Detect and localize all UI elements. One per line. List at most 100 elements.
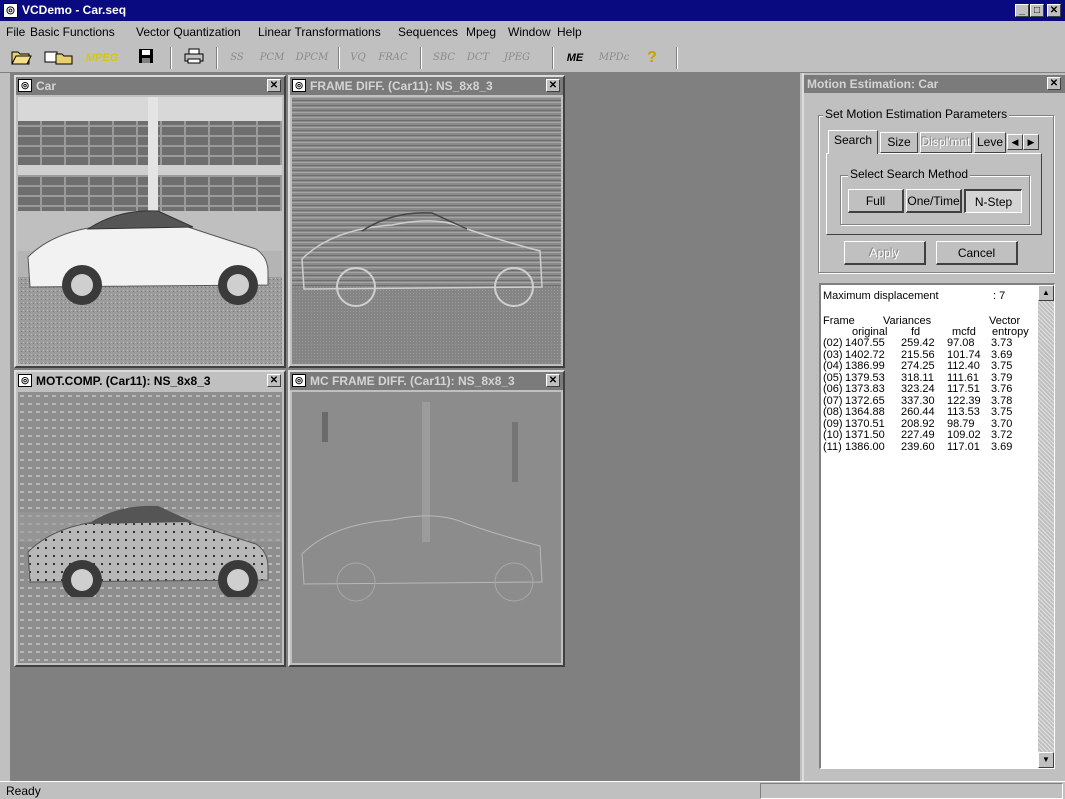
tool-dpcm[interactable]: DPCM — [292, 48, 332, 68]
menu-window[interactable]: Window — [508, 25, 551, 39]
tab-scroll-right-icon[interactable]: ▶ — [1023, 134, 1039, 150]
menu-file[interactable]: File — [6, 25, 25, 39]
results-scrollbar[interactable]: ▲ ▼ — [1038, 285, 1054, 768]
close-icon[interactable]: ✕ — [267, 79, 281, 92]
method-full-button[interactable]: Full — [848, 189, 904, 213]
tool-pcm[interactable]: PCM — [256, 48, 288, 68]
mdi-workspace: ◎ Car ✕ ◎ FRAME DIFF. (Car11): NS_8x8_3 … — [10, 73, 800, 781]
method-one-time-button[interactable]: One/Time — [906, 189, 962, 213]
max-displacement-value: : 7 — [993, 290, 1006, 302]
menu-vector-quantization[interactable]: Vector Quantization — [136, 25, 241, 39]
car-window[interactable]: ◎ Car ✕ — [14, 75, 286, 368]
print-icon[interactable] — [182, 48, 206, 68]
window-icon: ◎ — [292, 374, 306, 387]
results-cell-original: 1372.65 — [845, 394, 885, 407]
tool-dct[interactable]: DCT — [462, 48, 494, 68]
menu-help[interactable]: Help — [557, 25, 582, 39]
window-icon: ◎ — [292, 79, 306, 92]
window-title: VCDemo - Car.seq — [22, 3, 127, 17]
results-cell-frame: (07) — [823, 394, 843, 407]
results-output[interactable]: Maximum displacement : 7 Frame Variances… — [819, 283, 1055, 769]
results-cell-entropy: 3.69 — [991, 348, 1013, 361]
header-frame: Frame — [823, 315, 855, 327]
frame-diff-window-caption[interactable]: ◎ FRAME DIFF. (Car11): NS_8x8_3 ✕ — [290, 77, 563, 95]
tool-jpeg[interactable]: JPEG — [498, 48, 536, 68]
menu-linear-transformations[interactable]: Linear Transformations — [258, 25, 381, 39]
results-cell-frame: (09) — [823, 417, 843, 430]
results-cell-fd: 227.49 — [901, 429, 935, 441]
mc-frame-diff-window[interactable]: ◎ MC FRAME DIFF. (Car11): NS_8x8_3 ✕ — [288, 370, 565, 667]
save-icon[interactable] — [136, 48, 156, 68]
menu-mpeg[interactable]: Mpeg — [466, 25, 496, 39]
menu-bar: File Basic Functions Vector Quantization… — [0, 21, 1065, 43]
mc-frame-diff-window-caption[interactable]: ◎ MC FRAME DIFF. (Car11): NS_8x8_3 ✕ — [290, 372, 563, 390]
menu-basic-functions[interactable]: Basic Functions — [30, 25, 115, 39]
motion-panel-caption[interactable]: Motion Estimation: Car ✕ — [804, 75, 1065, 93]
tool-ss[interactable]: SS — [226, 48, 248, 68]
method-n-step-button[interactable]: N-Step — [964, 189, 1022, 213]
tab-size[interactable]: Size — [880, 132, 918, 153]
results-cell-entropy: 3.73 — [991, 337, 1013, 349]
close-icon[interactable]: ✕ — [1047, 77, 1061, 90]
results-cell-mcfd: 109.02 — [947, 429, 981, 441]
title-bar: ◎ VCDemo - Car.seq _ □ ✕ — [0, 0, 1065, 21]
results-cell-entropy: 3.76 — [991, 383, 1013, 395]
apply-button[interactable]: Apply — [844, 241, 926, 265]
tool-frac[interactable]: FRAC — [374, 48, 412, 68]
scroll-down-icon[interactable]: ▼ — [1038, 752, 1054, 768]
tool-sbc[interactable]: SBC — [428, 48, 460, 68]
results-cell-original: 1371.50 — [845, 429, 885, 441]
results-cell-mcfd: 113.53 — [947, 406, 980, 418]
results-cell-entropy: 3.75 — [991, 360, 1013, 372]
results-cell-mcfd: 97.08 — [947, 337, 975, 349]
tab-displacement[interactable]: Displ'mnt — [920, 132, 972, 153]
results-cell-mcfd: 98.79 — [947, 417, 975, 430]
results-cell-original: 1402.72 — [845, 348, 885, 361]
status-pane — [760, 783, 1063, 799]
results-cell-original: 1386.00 — [845, 440, 885, 453]
results-cell-fd: 318.11 — [901, 371, 934, 384]
results-cell-mcfd: 117.51 — [947, 383, 980, 395]
close-icon[interactable]: ✕ — [546, 79, 560, 92]
maximize-button[interactable]: □ — [1030, 4, 1044, 17]
menu-sequences[interactable]: Sequences — [398, 25, 458, 39]
results-cell-frame: (03) — [823, 348, 843, 361]
mot-comp-window-caption[interactable]: ◎ MOT.COMP. (Car11): NS_8x8_3 ✕ — [16, 372, 284, 390]
status-text: Ready — [6, 784, 41, 798]
open-sequence-icon[interactable] — [42, 48, 76, 68]
mot-comp-image — [18, 392, 282, 663]
tool-vq[interactable]: VQ — [346, 48, 370, 68]
mot-comp-window[interactable]: ◎ MOT.COMP. (Car11): NS_8x8_3 ✕ — [14, 370, 286, 667]
tab-scroll-left-icon[interactable]: ◀ — [1007, 134, 1023, 150]
results-cell-frame: (08) — [823, 406, 843, 418]
car-window-caption[interactable]: ◎ Car ✕ — [16, 77, 284, 95]
window-icon: ◎ — [18, 79, 32, 92]
close-button[interactable]: ✕ — [1047, 4, 1061, 17]
results-cell-fd: 208.92 — [901, 417, 935, 430]
results-cell-original: 1379.53 — [845, 371, 885, 384]
tab-search[interactable]: Search — [828, 130, 878, 154]
mc-frame-diff-image — [292, 392, 561, 663]
results-cell-entropy: 3.78 — [991, 394, 1013, 407]
frame-diff-window[interactable]: ◎ FRAME DIFF. (Car11): NS_8x8_3 ✕ — [288, 75, 565, 368]
results-cell-frame: (05) — [823, 371, 843, 384]
mpeg-tool-icon[interactable]: MPEG — [84, 48, 120, 68]
tool-mpdc[interactable]: MPDc — [596, 48, 632, 68]
help-question-icon[interactable]: ? — [640, 48, 664, 68]
results-cell-original: 1373.83 — [845, 383, 885, 395]
results-cell-frame: (06) — [823, 383, 843, 395]
tab-level[interactable]: Leve — [974, 132, 1006, 153]
minimize-button[interactable]: _ — [1015, 4, 1029, 17]
tool-me[interactable]: ME — [562, 48, 588, 68]
close-icon[interactable]: ✕ — [546, 374, 560, 387]
cancel-button[interactable]: Cancel — [936, 241, 1018, 265]
app-icon[interactable]: ◎ — [3, 3, 18, 18]
scroll-up-icon[interactable]: ▲ — [1038, 285, 1054, 301]
results-cell-frame: (04) — [823, 360, 843, 372]
results-cell-mcfd: 117.01 — [947, 440, 980, 453]
results-cell-fd: 215.56 — [901, 348, 935, 361]
results-cell-entropy: 3.79 — [991, 371, 1013, 384]
open-folder-icon[interactable] — [8, 48, 34, 68]
close-icon[interactable]: ✕ — [267, 374, 281, 387]
results-cell-entropy: 3.75 — [991, 406, 1013, 418]
